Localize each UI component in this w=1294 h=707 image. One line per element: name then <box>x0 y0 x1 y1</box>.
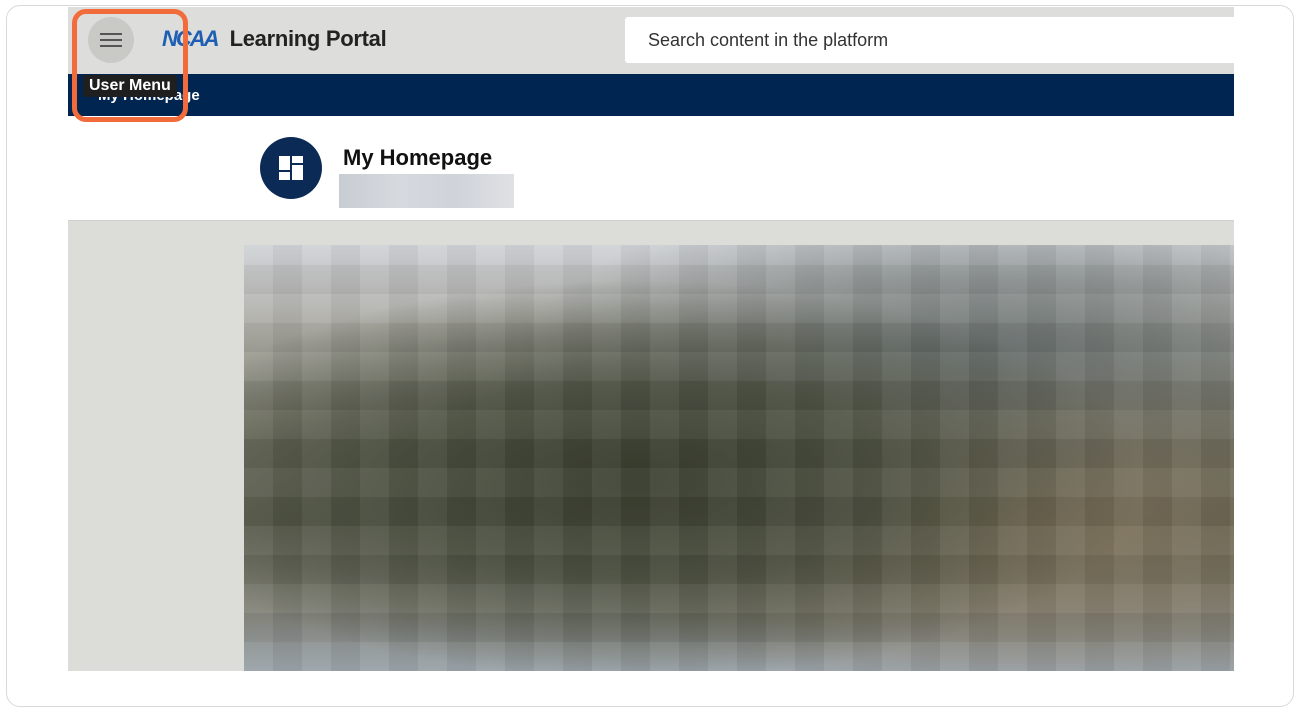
search-placeholder: Search content in the platform <box>648 29 889 50</box>
blurred-subtitle <box>339 174 514 208</box>
left-sidebar <box>68 221 244 671</box>
app-window: NCAA Learning Portal Search content in t… <box>68 7 1234 671</box>
ncaa-logo-mark: NCAA <box>162 26 220 51</box>
dashboard-layout-icon <box>260 137 322 199</box>
page-title: My Homepage <box>343 145 493 170</box>
search-input[interactable]: Search content in the platform <box>625 17 1234 63</box>
app-title: Learning Portal <box>229 26 387 51</box>
blurred-banner-image <box>244 245 1234 671</box>
page-header: My Homepage <box>68 116 1234 221</box>
portal-logo[interactable]: NCAA Learning Portal <box>162 26 387 51</box>
user-menu-button[interactable] <box>88 17 134 63</box>
top-header: NCAA Learning Portal Search content in t… <box>68 7 1234 74</box>
user-menu-tooltip: User Menu <box>83 75 177 97</box>
navigation-bar <box>68 74 1234 116</box>
hamburger-menu-icon <box>100 33 122 47</box>
